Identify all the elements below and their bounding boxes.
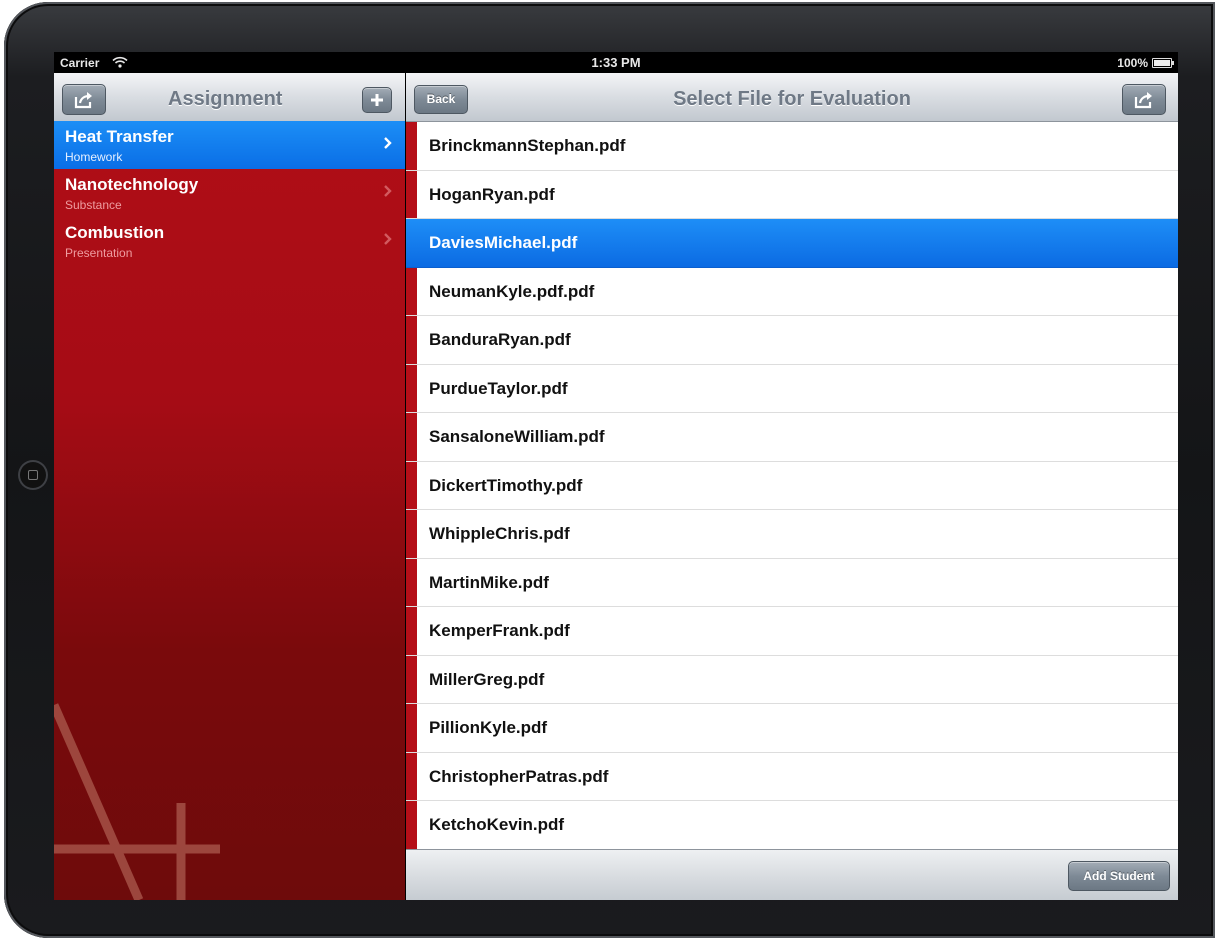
detail-panel: Back Select File for Evaluation Brinckma…: [406, 73, 1178, 900]
assignment-list: Heat Transfer Homework Nanotechnology Su…: [54, 121, 405, 265]
file-name: KetchoKevin.pdf: [429, 815, 565, 834]
file-row[interactable]: WhippleChris.pdf: [406, 510, 1178, 559]
row-accent: [406, 122, 417, 170]
row-accent: [406, 655, 417, 703]
battery-icon: [1152, 58, 1174, 68]
background-decoration: [54, 703, 220, 900]
row-accent: [406, 461, 417, 509]
file-row[interactable]: DickertTimothy.pdf: [406, 461, 1178, 510]
battery-percent: 100%: [1117, 56, 1148, 70]
master-panel: Assignment Heat Transfer Homework Nanote: [54, 73, 405, 900]
file-row[interactable]: BanduraRyan.pdf: [406, 316, 1178, 365]
file-row[interactable]: ChristopherPatras.pdf: [406, 752, 1178, 801]
assignment-item-nanotechnology[interactable]: Nanotechnology Substance: [54, 169, 405, 217]
assignment-subtitle: Homework: [65, 150, 123, 164]
assignment-title: Nanotechnology: [65, 175, 199, 194]
file-name: BanduraRyan.pdf: [429, 330, 571, 349]
assignment-subtitle: Presentation: [65, 246, 133, 260]
chevron-right-icon: [384, 233, 392, 245]
file-row-selected[interactable]: DaviesMichael.pdf: [406, 219, 1178, 268]
file-name: ChristopherPatras.pdf: [429, 766, 609, 786]
add-student-button[interactable]: Add Student: [1068, 861, 1170, 891]
plus-icon: [371, 94, 383, 106]
assignment-item-combustion[interactable]: Combustion Presentation: [54, 217, 405, 265]
screen: Carrier 1:33 PM 100% Assignment Heat Tra…: [54, 52, 1178, 900]
row-accent: [406, 413, 417, 461]
file-row[interactable]: MartinMike.pdf: [406, 558, 1178, 607]
file-list: BrinckmannStephan.pdf HoganRyan.pdf Davi…: [406, 122, 1178, 850]
row-accent: [406, 558, 417, 606]
assignment-item-heat-transfer[interactable]: Heat Transfer Homework: [54, 121, 405, 169]
status-bar: Carrier 1:33 PM 100%: [54, 52, 1178, 73]
chevron-right-icon: [384, 185, 392, 197]
file-row[interactable]: PillionKyle.pdf: [406, 704, 1178, 753]
add-assignment-button[interactable]: [362, 87, 392, 113]
file-name: PurdueTaylor.pdf: [429, 378, 568, 398]
share-icon: [1134, 92, 1152, 109]
file-row[interactable]: PurdueTaylor.pdf: [406, 364, 1178, 413]
file-name: MartinMike.pdf: [429, 572, 549, 592]
status-time: 1:33 PM: [591, 55, 641, 70]
file-name: HoganRyan.pdf: [429, 184, 555, 204]
file-row[interactable]: HoganRyan.pdf: [406, 170, 1178, 219]
detail-title: Select File for Evaluation: [673, 88, 911, 110]
file-name: WhippleChris.pdf: [429, 524, 570, 543]
bottom-toolbar: Add Student: [406, 849, 1178, 900]
share-button[interactable]: [62, 84, 106, 115]
row-accent: [406, 607, 417, 655]
row-accent: [406, 704, 417, 752]
file-row[interactable]: KemperFrank.pdf: [406, 607, 1178, 656]
home-button[interactable]: [18, 460, 48, 490]
row-accent: [406, 510, 417, 558]
detail-navbar: Back Select File for Evaluation: [406, 73, 1178, 122]
row-accent: [406, 316, 417, 364]
file-name: BrinckmannStephan.pdf: [429, 136, 626, 155]
share-icon: [74, 92, 92, 109]
ipad-frame: Carrier 1:33 PM 100% Assignment Heat Tra…: [4, 2, 1215, 938]
assignment-subtitle: Substance: [65, 198, 122, 212]
row-accent: [406, 364, 417, 412]
row-accent: [406, 267, 417, 315]
file-name: DaviesMichael.pdf: [429, 233, 578, 252]
row-accent: [406, 801, 417, 849]
file-name: NeumanKyle.pdf.pdf: [429, 281, 595, 301]
file-name: KemperFrank.pdf: [429, 621, 570, 640]
file-name: MillerGreg.pdf: [429, 669, 545, 689]
file-row[interactable]: KetchoKevin.pdf: [406, 801, 1178, 850]
chevron-right-icon: [384, 137, 392, 149]
file-name: PillionKyle.pdf: [429, 718, 548, 737]
file-name: DickertTimothy.pdf: [429, 475, 583, 495]
row-accent: [406, 170, 417, 218]
file-name: SansaloneWilliam.pdf: [429, 427, 605, 446]
row-accent: [406, 752, 417, 800]
file-row[interactable]: MillerGreg.pdf: [406, 655, 1178, 704]
file-row[interactable]: BrinckmannStephan.pdf: [406, 122, 1178, 171]
assignment-title: Heat Transfer: [65, 127, 174, 146]
master-title: Assignment: [168, 88, 283, 110]
assignment-title: Combustion: [65, 223, 165, 242]
master-navbar: Assignment: [54, 73, 405, 122]
file-row[interactable]: SansaloneWilliam.pdf: [406, 413, 1178, 462]
file-row[interactable]: NeumanKyle.pdf.pdf: [406, 267, 1178, 316]
detail-share-button[interactable]: [1122, 84, 1166, 115]
